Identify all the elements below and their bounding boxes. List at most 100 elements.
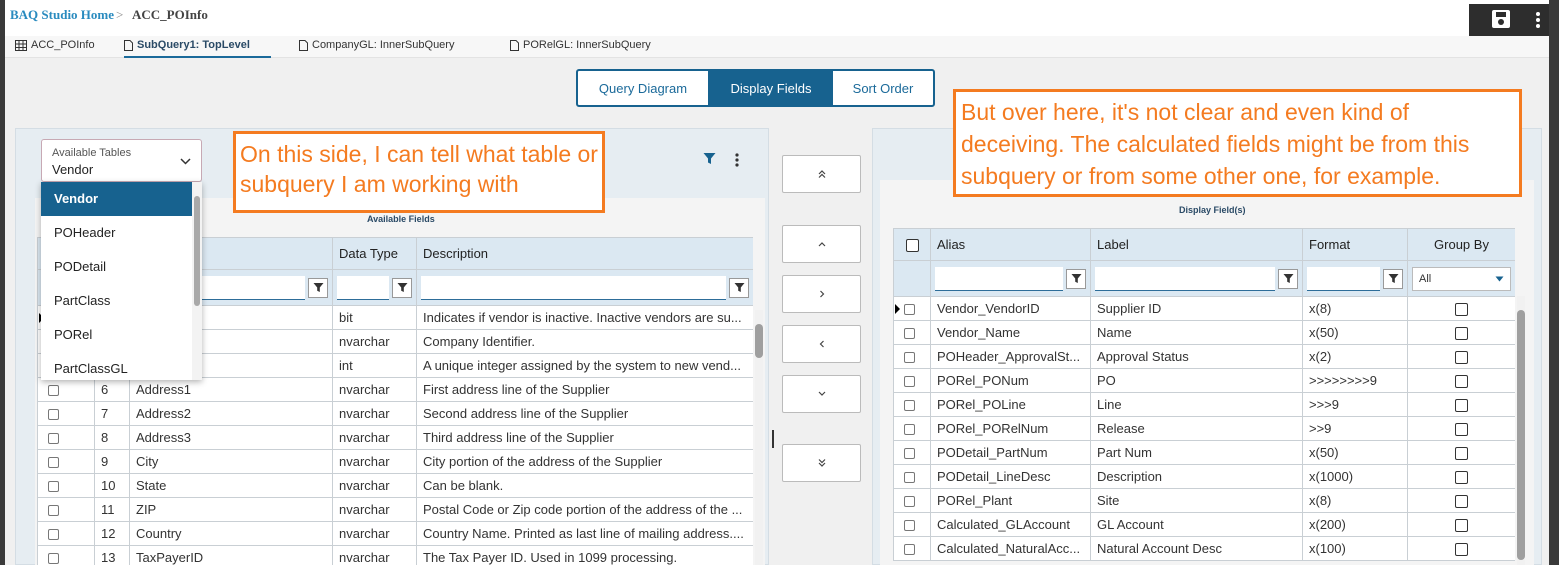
row-checkbox[interactable]	[893, 416, 931, 441]
dropdown-option[interactable]: POHeader	[41, 216, 192, 250]
row-checkbox[interactable]	[37, 545, 95, 565]
field-alias: PORel_PORelNum	[930, 416, 1091, 441]
group-by-checkbox[interactable]	[1407, 488, 1515, 513]
group-by-filter-select[interactable]: All	[1412, 266, 1511, 291]
row-checkbox[interactable]	[37, 401, 95, 426]
dropdown-option[interactable]: PORel	[41, 318, 192, 352]
table-row[interactable]: 9 City nvarchar City portion of the address…	[37, 449, 753, 474]
table-row[interactable]: 7 Address2 nvarchar Second address line of …	[37, 401, 753, 426]
table-row[interactable]: Vendor_VendorID Supplier ID x(8)	[893, 296, 1515, 321]
save-icon[interactable]	[1490, 9, 1512, 29]
col-group-by[interactable]: Group By	[1407, 228, 1515, 261]
dropdown-option[interactable]: Vendor	[41, 182, 192, 216]
table-row[interactable]: PORel_Plant Site x(8)	[893, 488, 1515, 513]
more-vertical-icon[interactable]	[734, 153, 740, 172]
move-to-top-button[interactable]	[782, 155, 861, 193]
table-row[interactable]: PORel_POLine Line >>>9	[893, 392, 1515, 417]
row-checkbox[interactable]	[893, 512, 931, 537]
row-checkbox[interactable]	[893, 320, 931, 345]
tab-acc-poinfo[interactable]: ACC_POInfo	[15, 39, 95, 58]
table-row[interactable]: POHeader_ApprovalSt... Approval Status x(2…	[893, 344, 1515, 369]
tab-companygl[interactable]: CompanyGL: InnerSubQuery	[299, 39, 454, 58]
table-row[interactable]: 6 Address1 nvarchar First address line of t…	[37, 377, 753, 402]
alias-filter-input[interactable]	[935, 266, 1063, 291]
filter-icon[interactable]	[1066, 268, 1086, 289]
label-filter-input[interactable]	[1095, 266, 1275, 291]
col-label[interactable]: Label	[1090, 228, 1303, 261]
col-alias[interactable]: Alias	[930, 228, 1091, 261]
table-row[interactable]: 8 Address3 nvarchar Third address line of t…	[37, 425, 753, 450]
row-checkbox[interactable]	[37, 521, 95, 546]
table-row[interactable]: 12 Country nvarchar Country Name. Printed a…	[37, 521, 753, 546]
row-checkbox[interactable]	[893, 440, 931, 465]
table-row[interactable]: Calculated_NaturalAcc... Natural Account …	[893, 536, 1515, 561]
tab-display-fields[interactable]: Display Fields	[709, 71, 833, 105]
table-row[interactable]: PORel_PONum PO >>>>>>>>9	[893, 368, 1515, 393]
group-by-checkbox[interactable]	[1407, 344, 1515, 369]
filter-icon[interactable]	[729, 277, 749, 298]
table-row[interactable]: Calculated_GLAccount GL Account x(200)	[893, 512, 1515, 537]
move-down-button[interactable]	[782, 375, 861, 413]
format-filter-input[interactable]	[1307, 266, 1380, 291]
filter-icon[interactable]	[308, 277, 328, 298]
data-type-filter-input[interactable]	[337, 275, 389, 300]
group-by-checkbox[interactable]	[1407, 416, 1515, 441]
table-row[interactable]: PODetail_LineDesc Description x(1000)	[893, 464, 1515, 489]
group-by-checkbox[interactable]	[1407, 464, 1515, 489]
table-row[interactable]: 11 ZIP nvarchar Postal Code or Zip code por…	[37, 497, 753, 522]
description-filter-input[interactable]	[421, 275, 726, 300]
dropdown-option[interactable]: PODetail	[41, 250, 192, 284]
table-row[interactable]: 13 TaxPayerID nvarchar The Tax Payer ID. Us…	[37, 545, 753, 565]
row-checkbox[interactable]	[893, 464, 931, 489]
row-checkbox[interactable]	[893, 536, 931, 561]
row-checkbox[interactable]	[37, 497, 95, 522]
col-data-type[interactable]: Data Type	[332, 237, 417, 270]
dropdown-option[interactable]: PartClassGL	[41, 352, 192, 380]
group-by-checkbox[interactable]	[1407, 296, 1515, 321]
table-row[interactable]: PORel_PORelNum Release >>9	[893, 416, 1515, 441]
select-all-checkbox[interactable]	[893, 228, 931, 261]
row-checkbox[interactable]	[37, 473, 95, 498]
table-row[interactable]: 10 State nvarchar Can be blank.	[37, 473, 753, 498]
filter-icon[interactable]	[392, 277, 412, 298]
more-vertical-icon[interactable]	[1533, 10, 1543, 30]
breadcrumb-home-link[interactable]: BAQ Studio Home	[10, 7, 114, 23]
group-by-checkbox[interactable]	[1407, 368, 1515, 393]
filter-icon[interactable]	[1383, 268, 1403, 289]
dropdown-option[interactable]: PartClass	[41, 284, 192, 318]
group-by-checkbox[interactable]	[1407, 392, 1515, 417]
row-checkbox[interactable]	[37, 425, 95, 450]
row-checkbox[interactable]	[893, 344, 931, 369]
filter-icon[interactable]	[1278, 268, 1298, 289]
display-fields-scrollbar[interactable]	[1517, 296, 1525, 565]
row-checkbox[interactable]	[893, 296, 931, 321]
tab-subquery1[interactable]: SubQuery1: TopLevel	[124, 39, 271, 58]
splitter-handle[interactable]	[772, 430, 774, 448]
row-checkbox[interactable]	[893, 368, 931, 393]
group-by-checkbox[interactable]	[1407, 440, 1515, 465]
available-tables-dropdown[interactable]: Available Tables Vendor	[41, 139, 202, 182]
tab-label: SubQuery1: TopLevel	[137, 39, 250, 51]
group-by-checkbox[interactable]	[1407, 512, 1515, 537]
tab-sort-order[interactable]: Sort Order	[833, 71, 933, 105]
table-row[interactable]: PODetail_PartNum Part Num x(50)	[893, 440, 1515, 465]
row-checkbox[interactable]	[37, 449, 95, 474]
row-checkbox[interactable]	[37, 377, 95, 402]
remove-field-button[interactable]	[782, 325, 861, 363]
field-name: Address3	[129, 425, 333, 450]
col-format[interactable]: Format	[1302, 228, 1408, 261]
move-to-bottom-button[interactable]	[782, 444, 861, 482]
tab-query-diagram[interactable]: Query Diagram	[578, 71, 709, 105]
table-row[interactable]: Vendor_Name Name x(50)	[893, 320, 1515, 345]
row-checkbox[interactable]	[893, 488, 931, 513]
group-by-checkbox[interactable]	[1407, 320, 1515, 345]
col-description[interactable]: Description	[416, 237, 753, 270]
row-checkbox[interactable]	[893, 392, 931, 417]
group-by-checkbox[interactable]	[1407, 536, 1515, 561]
move-up-button[interactable]	[782, 225, 861, 263]
dropdown-scrollbar[interactable]	[192, 182, 202, 380]
available-fields-scrollbar[interactable]	[755, 310, 763, 565]
tab-porelgl[interactable]: PORelGL: InnerSubQuery	[510, 39, 651, 58]
add-field-button[interactable]	[782, 275, 861, 313]
filter-icon[interactable]	[703, 152, 716, 170]
